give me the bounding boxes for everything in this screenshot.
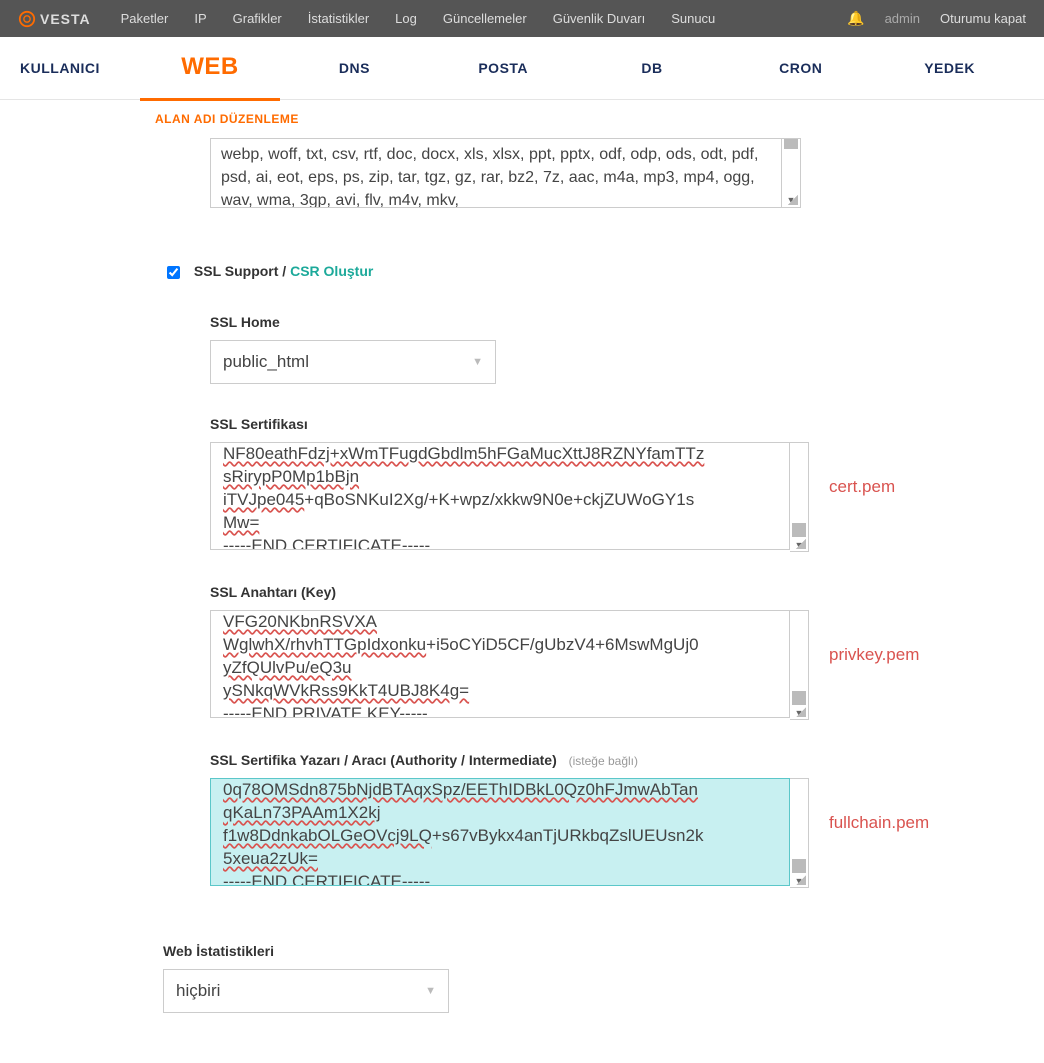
- top-menu: Paketler IP Grafikler İstatistikler Log …: [121, 11, 716, 26]
- brand-text: VESTA: [40, 11, 91, 27]
- top-menu-istatistikler[interactable]: İstatistikler: [308, 11, 369, 26]
- ssl-support-checkbox[interactable]: [167, 266, 180, 279]
- logo[interactable]: VESTA: [18, 10, 91, 28]
- scrollbar[interactable]: ▼: [790, 610, 809, 720]
- csr-link[interactable]: CSR Oluştur: [290, 263, 373, 279]
- nav-cron[interactable]: CRON: [726, 60, 875, 76]
- web-stats-label: Web İstatistikleri: [163, 943, 1044, 959]
- ssl-auth-label: SSL Sertifika Yazarı / Aracı (Authority …: [210, 752, 1044, 768]
- logout-link[interactable]: Oturumu kapat: [940, 11, 1026, 26]
- ssl-support-row: SSL Support / CSR Oluştur: [163, 263, 1044, 282]
- admin-link[interactable]: admin: [885, 11, 920, 26]
- nav-posta[interactable]: POSTA: [429, 60, 578, 76]
- ssl-cert-textarea[interactable]: NF80eathFdzj+xWmTFugdGbdlm5hFGaMucXttJ8R…: [210, 442, 790, 550]
- chevron-down-icon: ▼: [472, 356, 483, 368]
- nav-yedek[interactable]: YEDEK: [875, 60, 1024, 76]
- top-menu-ip[interactable]: IP: [194, 11, 206, 26]
- nav-dns[interactable]: DNS: [280, 60, 429, 76]
- nav-web[interactable]: WEB: [140, 36, 280, 101]
- cert-side-label: cert.pem: [829, 477, 895, 497]
- logo-icon: [18, 10, 36, 28]
- scrollbar[interactable]: ▼: [790, 442, 809, 552]
- ssl-auth-textarea[interactable]: 0q78OMSdn875bNjdBTAqxSpz/EEThIDBkL0Qz0hF…: [210, 778, 790, 886]
- ssl-key-label: SSL Anahtarı (Key): [210, 584, 1044, 600]
- main-nav: KULLANICI WEB DNS POSTA DB CRON YEDEK: [0, 37, 1044, 100]
- top-menu-paketler[interactable]: Paketler: [121, 11, 169, 26]
- chevron-down-icon: ▼: [425, 985, 436, 997]
- nav-kullanici[interactable]: KULLANICI: [20, 60, 140, 76]
- key-side-label: privkey.pem: [829, 645, 919, 665]
- bell-icon[interactable]: 🔔: [847, 10, 864, 27]
- ssl-home-label: SSL Home: [210, 314, 1044, 330]
- ssl-home-select[interactable]: public_html ▼: [210, 340, 496, 384]
- ssl-home-value: public_html: [223, 352, 309, 372]
- scrollbar[interactable]: ▼: [782, 138, 801, 208]
- web-stats-select[interactable]: hiçbiri ▼: [163, 969, 449, 1013]
- sub-nav[interactable]: ALAN ADI DÜZENLEME: [0, 100, 1044, 138]
- scrollbar[interactable]: ▼: [790, 778, 809, 888]
- nav-db[interactable]: DB: [578, 60, 727, 76]
- web-stats-value: hiçbiri: [176, 981, 220, 1001]
- extensions-textarea[interactable]: webp, woff, txt, csv, rtf, doc, docx, xl…: [210, 138, 782, 208]
- optional-hint: (isteğe bağlı): [569, 754, 638, 768]
- top-menu-guvenlik[interactable]: Güvenlik Duvarı: [553, 11, 645, 26]
- top-menu-sunucu[interactable]: Sunucu: [671, 11, 715, 26]
- top-menu-grafikler[interactable]: Grafikler: [233, 11, 282, 26]
- top-menu-log[interactable]: Log: [395, 11, 417, 26]
- ssl-support-label: SSL Support /: [194, 263, 290, 279]
- top-bar: VESTA Paketler IP Grafikler İstatistikle…: [0, 0, 1044, 37]
- ssl-key-textarea[interactable]: VFG20NKbnRSVXAWglwhX/rhvhTTGpIdxonku+i5o…: [210, 610, 790, 718]
- top-menu-guncellemeler[interactable]: Güncellemeler: [443, 11, 527, 26]
- ssl-cert-label: SSL Sertifikası: [210, 416, 1044, 432]
- auth-side-label: fullchain.pem: [829, 813, 929, 833]
